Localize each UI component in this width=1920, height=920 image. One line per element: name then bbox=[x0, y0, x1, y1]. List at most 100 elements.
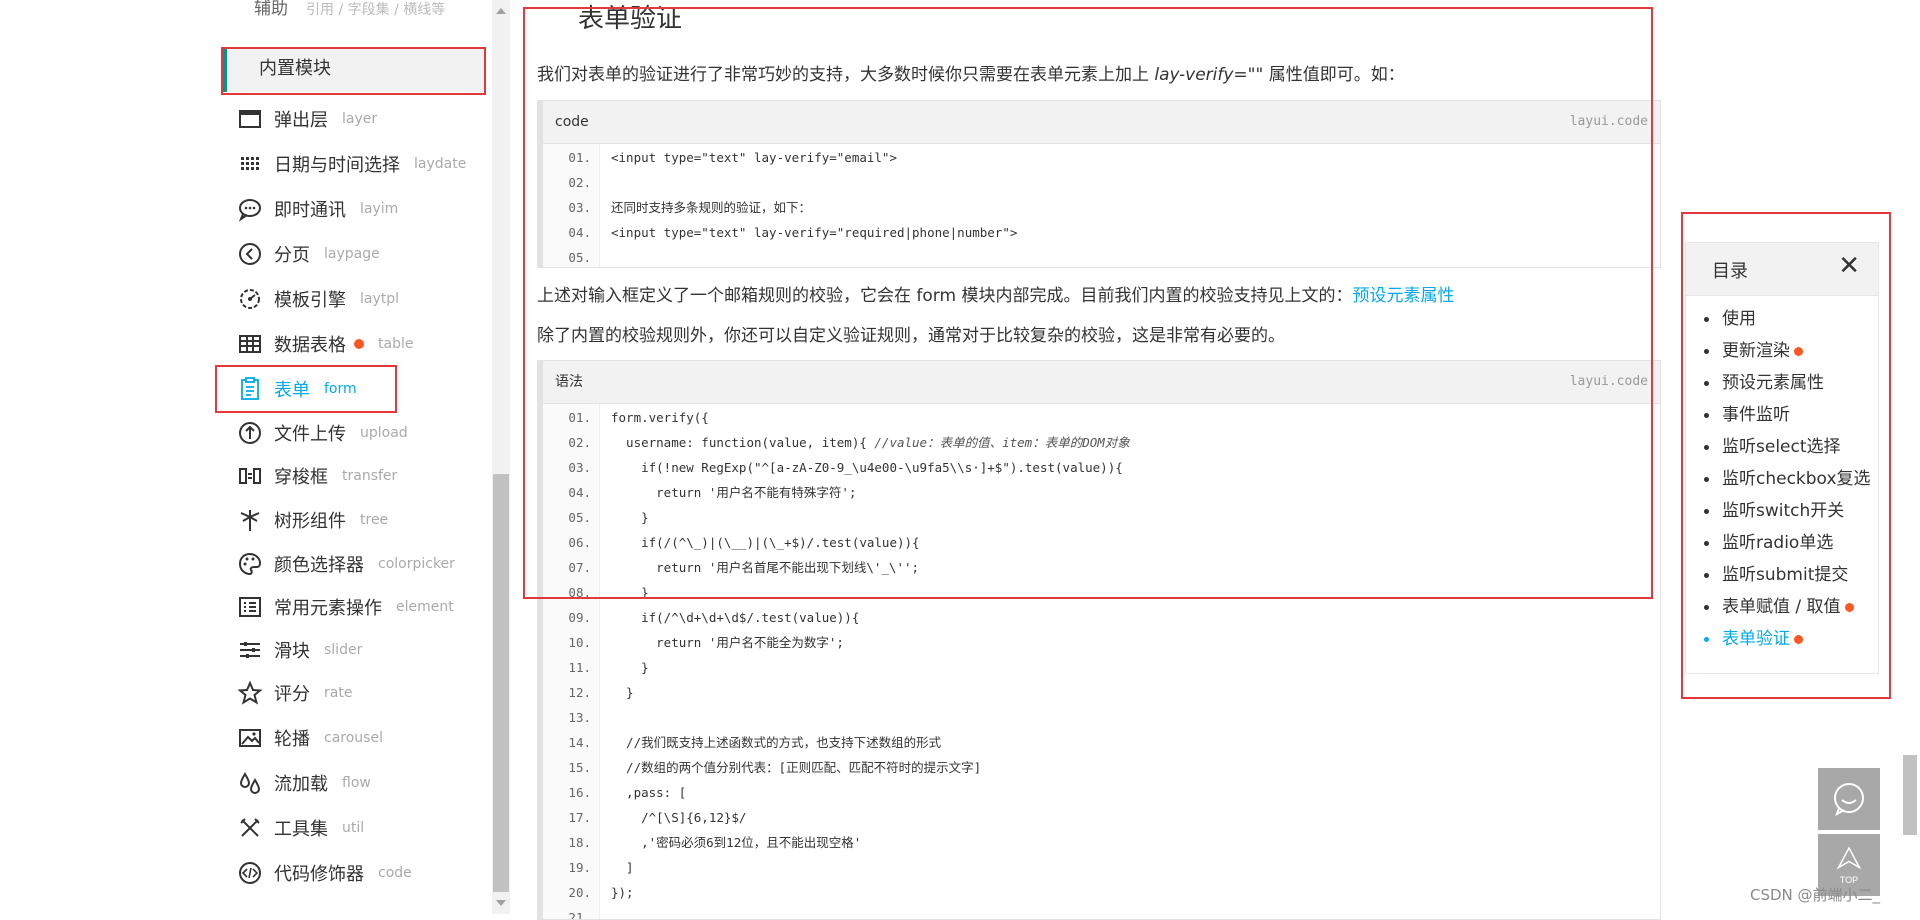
sidebar-item-en-label: table bbox=[378, 336, 414, 352]
code-line: 06. if(/(^\_)|(\__)|(\_+$)/.test(value))… bbox=[543, 530, 1660, 555]
sidebar-item-util[interactable]: 工具集 util bbox=[236, 810, 364, 846]
sidebar-section-builtin-modules[interactable]: 内置模块 bbox=[222, 48, 484, 92]
sidebar-item-label: 分页 bbox=[274, 245, 310, 266]
sidebar-item-en-label: element bbox=[396, 599, 454, 615]
toc-item[interactable]: 监听checkbox复选 bbox=[1704, 463, 1871, 495]
code-block-title: 语法 bbox=[555, 374, 583, 390]
toc-item[interactable]: 使用 bbox=[1704, 303, 1871, 335]
code-line: 02. username: function(value, item){ //v… bbox=[543, 430, 1660, 455]
close-icon[interactable]: ✕ bbox=[1838, 253, 1860, 279]
line-number: 16. bbox=[568, 785, 591, 800]
sidebar-item-element[interactable]: 常用元素操作 element bbox=[236, 589, 454, 625]
toc-item[interactable]: 事件监听 bbox=[1704, 399, 1871, 431]
code-line: 16. ,pass: [ bbox=[543, 780, 1660, 805]
line-number: 21. bbox=[568, 910, 591, 920]
sidebar-item-auxiliary[interactable]: 辅助 引用 / 字段集 / 横线等 bbox=[254, 0, 445, 19]
toc-item[interactable]: 监听switch开关 bbox=[1704, 495, 1871, 527]
chat-button[interactable] bbox=[1818, 768, 1880, 830]
sidebar-item-en-label: slider bbox=[324, 642, 363, 658]
sidebar-item-label: 评分 bbox=[274, 684, 310, 705]
toc-item-label: 监听submit提交 bbox=[1722, 565, 1849, 585]
sidebar-item-transfer[interactable]: 穿梭框 transfer bbox=[236, 458, 397, 494]
code-block-brand: layui.code bbox=[1569, 114, 1648, 129]
toc-item[interactable]: 监听select选择 bbox=[1704, 431, 1871, 463]
toc-item-label: 表单验证 bbox=[1722, 629, 1790, 649]
sidebar-item-label: 颜色选择器 bbox=[274, 555, 364, 576]
sidebar-item-table[interactable]: 数据表格 table bbox=[236, 326, 413, 362]
sidebar-item-laypage[interactable]: 分页 laypage bbox=[236, 236, 380, 272]
line-number: 04. bbox=[568, 485, 591, 500]
code-line: 03. if(!new RegExp("^[a-zA-Z0-9_\u4e00-\… bbox=[543, 455, 1660, 480]
sidebar-item-label: 数据表格 bbox=[274, 335, 346, 356]
star-icon bbox=[236, 679, 264, 707]
chat-smile-icon bbox=[1834, 783, 1864, 817]
preset-attributes-link[interactable]: 预设元素属性 bbox=[1352, 286, 1454, 306]
scroll-up-arrow-icon[interactable] bbox=[496, 8, 506, 14]
toc-title: 目录 bbox=[1712, 261, 1748, 282]
sidebar-item-flow[interactable]: 流加载 flow bbox=[236, 765, 371, 801]
line-number: 06. bbox=[568, 535, 591, 550]
toc-item[interactable]: 监听radio单选 bbox=[1704, 527, 1871, 559]
paragraph-custom-rules: 除了内置的校验规则外，你还可以自定义验证规则，通常对于比较复杂的校验，这是非常有… bbox=[537, 321, 1285, 346]
sidebar-item-colorpicker[interactable]: 颜色选择器 colorpicker bbox=[236, 546, 455, 582]
toc-item[interactable]: 表单验证 bbox=[1704, 623, 1871, 655]
sidebar-scrollbar-thumb[interactable] bbox=[493, 474, 509, 892]
code-text: } bbox=[611, 585, 649, 600]
sidebar-item-code[interactable]: 代码修饰器 code bbox=[236, 855, 412, 891]
code-block-body: 01. form.verify({02. username: function(v… bbox=[543, 404, 1660, 920]
sidebar-item-label: 流加载 bbox=[274, 774, 328, 795]
toc-item[interactable]: 监听submit提交 bbox=[1704, 559, 1871, 591]
toc-item[interactable]: 表单赋值 / 取值 bbox=[1704, 591, 1871, 623]
sidebar-item-label: 表单 bbox=[274, 380, 310, 401]
code-line: 04. return '用户名不能有特殊字符'; bbox=[543, 480, 1660, 505]
code-text: username: function(value, item){ //value… bbox=[611, 435, 1130, 450]
code-text: /^[\S]{6,12}$/ bbox=[611, 810, 747, 825]
line-number: 09. bbox=[568, 610, 591, 625]
line-number: 02. bbox=[568, 435, 591, 450]
sidebar-item-en-label: flow bbox=[342, 775, 371, 791]
sidebar-item-label: 常用元素操作 bbox=[274, 598, 382, 619]
upload-circle-icon bbox=[236, 419, 264, 447]
transfer-icon bbox=[236, 462, 264, 490]
sidebar-item-laytpl[interactable]: 模板引擎 laytpl bbox=[236, 281, 399, 317]
line-number: 05. bbox=[568, 510, 591, 525]
sidebar-item-en-label: form bbox=[324, 381, 357, 397]
intro-text-end: 属性值即可。如： bbox=[1268, 65, 1405, 85]
toc-item[interactable]: 更新渲染 bbox=[1704, 335, 1871, 367]
code-text: if(!new RegExp("^[a-zA-Z0-9_\u4e00-\u9fa… bbox=[611, 460, 1123, 475]
sidebar-item-form[interactable]: 表单 form bbox=[236, 371, 357, 407]
paragraph-text: 上述对输入框定义了一个邮箱规则的校验，它会在 form 模块内部完成。目前我们内… bbox=[537, 286, 1353, 306]
sidebar-item-rate[interactable]: 评分 rate bbox=[236, 675, 352, 711]
slider-icon bbox=[236, 636, 264, 664]
code-text: ,pass: [ bbox=[611, 785, 687, 800]
page-scrollbar-thumb[interactable] bbox=[1903, 755, 1917, 835]
sidebar-item-layer[interactable]: 弹出层 layer bbox=[236, 101, 377, 137]
code-line: 05. bbox=[543, 245, 1660, 267]
sidebar-item-en-label: upload bbox=[360, 425, 408, 441]
sidebar-item-slider[interactable]: 滑块 slider bbox=[236, 632, 362, 668]
sidebar-item-laydate[interactable]: 日期与时间选择 laydate bbox=[236, 146, 466, 182]
code-line: 09. if(/^\d+\d+\d$/.test(value)){ bbox=[543, 605, 1660, 630]
image-icon bbox=[236, 724, 264, 752]
code-text: } bbox=[611, 685, 634, 700]
sidebar-item-carousel[interactable]: 轮播 carousel bbox=[236, 720, 383, 756]
toc-item-label: 事件监听 bbox=[1722, 405, 1790, 425]
code-block-title: code bbox=[555, 114, 589, 130]
scroll-down-arrow-icon[interactable] bbox=[496, 900, 506, 906]
code-block-body: 01. <input type="text" lay-verify="email"… bbox=[543, 144, 1660, 267]
drops-icon bbox=[236, 769, 264, 797]
sidebar-item-upload[interactable]: 文件上传 upload bbox=[236, 415, 408, 451]
toc-item[interactable]: 预设元素属性 bbox=[1704, 367, 1871, 399]
sidebar-item-label: 辅助 bbox=[254, 0, 288, 19]
watermark: CSDN @前端小二_ bbox=[1750, 886, 1881, 904]
code-text: <input type="text" lay-verify="email"> bbox=[611, 150, 897, 165]
sidebar-item-tree[interactable]: 树形组件 tree bbox=[236, 502, 388, 538]
template-gear-icon bbox=[236, 285, 264, 313]
sidebar-item-layim[interactable]: 即时通讯 layim bbox=[236, 191, 398, 227]
new-badge-dot bbox=[1844, 603, 1854, 612]
code-line: 14. //我们既支持上述函数式的方式，也支持下述数组的形式 bbox=[543, 730, 1660, 755]
code-line: 05. } bbox=[543, 505, 1660, 530]
sidebar-item-label: 代码修饰器 bbox=[274, 864, 364, 885]
line-number: 18. bbox=[568, 835, 591, 850]
intro-paragraph: 我们对表单的验证进行了非常巧妙的支持，大多数时候你只需要在表单元素上加上 lay… bbox=[537, 60, 1405, 85]
